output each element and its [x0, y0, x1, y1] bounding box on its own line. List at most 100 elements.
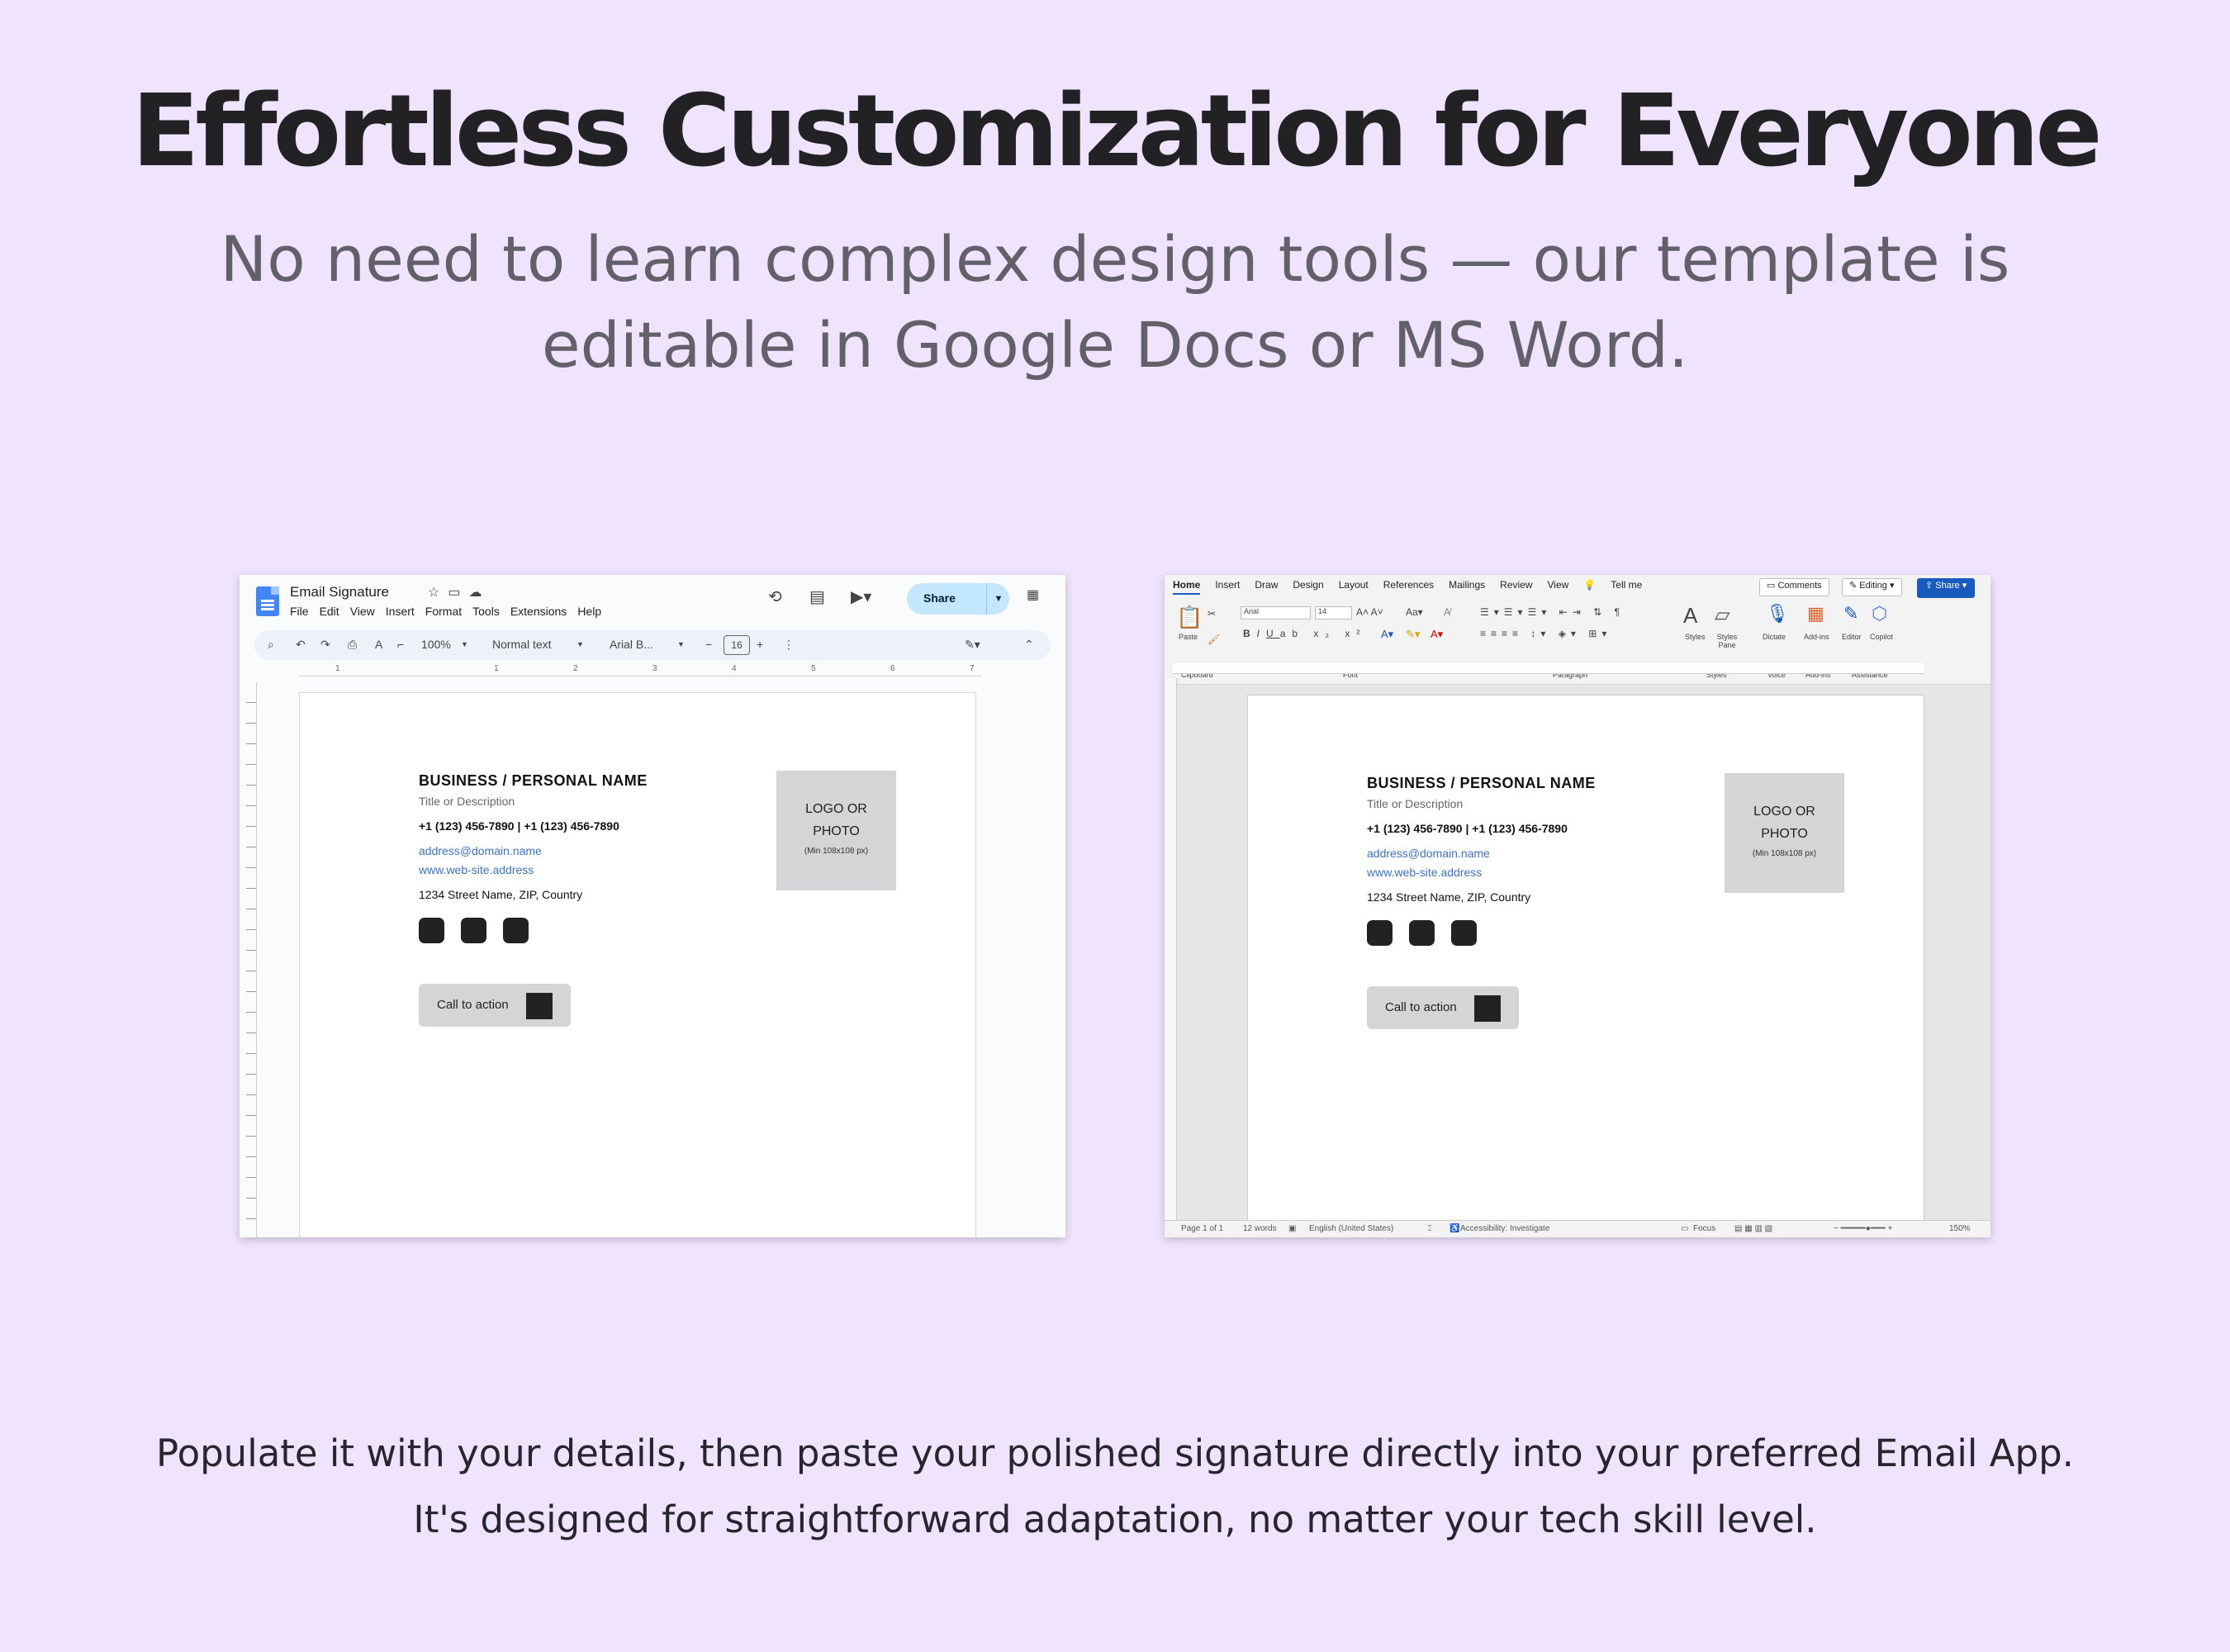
zoom-level[interactable]: 150% [1949, 1224, 1971, 1233]
document-page[interactable]: BUSINESS / PERSONAL NAME Title or Descri… [299, 692, 976, 1237]
menu-help[interactable]: Help [577, 605, 601, 618]
menu-edit[interactable]: Edit [320, 605, 339, 618]
view-mode-icons[interactable]: ▤ ▦ ▥ ▧ [1734, 1224, 1772, 1233]
proofing-icon[interactable]: ▣ [1288, 1224, 1296, 1233]
alignment-icons[interactable]: ≡≡≡≡ ↕▾ ◈▾ ⊞▾ [1480, 628, 1611, 639]
language-indicator[interactable]: English (United States) [1309, 1224, 1393, 1233]
menu-view[interactable]: View [350, 605, 375, 618]
gemini-icon[interactable]: ▦ [1027, 586, 1039, 603]
zoom-slider[interactable]: − ━━━━━●━━━ + [1834, 1224, 1892, 1233]
move-folder-icon[interactable]: ▭ [448, 586, 468, 600]
redo-icon[interactable]: ↷ [320, 638, 330, 652]
word-share-button[interactable]: ⇪ Share ▾ [1917, 578, 1976, 598]
font-name-select[interactable]: Arial [1241, 606, 1311, 620]
font-color-icon[interactable]: A▾ [1431, 628, 1443, 641]
social-icon[interactable] [1409, 920, 1435, 946]
signature-website-link[interactable]: www.web-site.address [1367, 866, 1596, 879]
undo-icon[interactable]: ↶ [296, 638, 306, 652]
social-icon[interactable] [419, 918, 444, 943]
font-size-input[interactable]: 16 [724, 635, 750, 655]
zoom-select[interactable]: 100% [421, 638, 451, 651]
text-effects-icon[interactable]: A▾ [1381, 628, 1393, 641]
signature-email-link[interactable]: address@domain.name [1367, 847, 1596, 860]
collapse-toolbar-icon[interactable]: ⌃ [1024, 638, 1034, 652]
share-button[interactable]: Share ▼ [907, 583, 1009, 615]
docs-logo-icon[interactable] [256, 586, 279, 616]
signature-email-link[interactable]: address@domain.name [419, 844, 648, 857]
copilot-icon[interactable]: ⬡ [1872, 603, 1887, 624]
vertical-ruler[interactable] [246, 682, 257, 1237]
spellcheck-icon[interactable]: A [375, 638, 382, 651]
comments-icon[interactable]: ▤ [809, 586, 825, 607]
tab-home[interactable]: Home [1173, 579, 1201, 595]
tab-review[interactable]: Review [1500, 579, 1532, 591]
document-page[interactable]: BUSINESS / PERSONAL NAME Title or Descri… [1247, 695, 1924, 1223]
social-icon[interactable] [1451, 920, 1477, 946]
tab-mailings[interactable]: Mailings [1449, 579, 1485, 591]
history-icon[interactable]: ⟲ [768, 586, 782, 607]
tab-view[interactable]: View [1548, 579, 1569, 591]
social-icon[interactable] [461, 918, 486, 943]
signature-address[interactable]: 1234 Street Name, ZIP, Country [1367, 890, 1596, 904]
highlight-icon[interactable]: ✎▾ [1406, 628, 1420, 641]
format-painter-icon[interactable]: 🖌 [1208, 634, 1220, 645]
microphone-icon[interactable]: 🎙 [1766, 603, 1789, 624]
styles-pane-icon[interactable]: ▱ [1715, 603, 1729, 627]
menu-insert[interactable]: Insert [386, 605, 415, 618]
style-select[interactable]: Normal text [492, 638, 552, 651]
signature-title[interactable]: Title or Description [1367, 797, 1596, 810]
word-count[interactable]: 12 words [1243, 1224, 1277, 1233]
cta-button[interactable]: Call to action [1367, 986, 1519, 1029]
horizontal-ruler[interactable] [1173, 663, 1924, 674]
font-size-increase-icon[interactable]: + [757, 638, 763, 651]
tab-draw[interactable]: Draw [1255, 579, 1278, 591]
star-icon[interactable]: ☆ [428, 586, 448, 600]
doc-title[interactable]: Email Signature [290, 584, 389, 601]
signature-name[interactable]: BUSINESS / PERSONAL NAME [1367, 775, 1596, 792]
focus-button[interactable]: Focus [1693, 1224, 1715, 1233]
tab-references[interactable]: References [1383, 579, 1434, 591]
tab-layout[interactable]: Layout [1339, 579, 1369, 591]
paint-format-icon[interactable]: ⌐ [397, 638, 404, 651]
signature-name[interactable]: BUSINESS / PERSONAL NAME [419, 772, 648, 790]
editing-mode-icon[interactable]: ✎▾ [965, 638, 980, 652]
add-ins-icon[interactable]: ▦ [1807, 603, 1824, 624]
text-predictions-icon[interactable]: ⌶ [1427, 1224, 1432, 1233]
change-case-icon[interactable]: Aa▾ [1406, 606, 1423, 618]
logo-placeholder[interactable]: LOGO OR PHOTO (Min 108x108 px) [1725, 773, 1844, 893]
meet-icon[interactable]: ▶▾ [851, 586, 871, 607]
social-icon[interactable] [503, 918, 529, 943]
editor-icon[interactable]: ✎ [1843, 603, 1858, 624]
cut-icon[interactable]: ✂ [1208, 608, 1216, 620]
list-icons[interactable]: ☰▾☰▾☰▾ ⇤⇥ ⇅ ¶ [1480, 606, 1625, 618]
signature-address[interactable]: 1234 Street Name, ZIP, Country [419, 888, 648, 901]
signature-title[interactable]: Title or Description [419, 795, 648, 808]
clear-formatting-icon[interactable]: A̸ [1444, 606, 1450, 618]
menu-format[interactable]: Format [425, 605, 462, 618]
menu-tools[interactable]: Tools [472, 605, 500, 618]
page-count[interactable]: Page 1 of 1 [1181, 1224, 1223, 1233]
styles-gallery-icon[interactable]: A [1683, 603, 1697, 629]
tab-insert[interactable]: Insert [1215, 579, 1240, 591]
font-size-select[interactable]: 14 [1315, 606, 1352, 620]
tell-me-search[interactable]: Tell me [1611, 579, 1642, 591]
social-icon[interactable] [1367, 920, 1393, 946]
menu-file[interactable]: File [290, 605, 309, 618]
search-icon[interactable]: ⌕ [268, 638, 274, 652]
more-options-icon[interactable]: ⋮ [783, 638, 795, 652]
vertical-ruler[interactable] [1165, 678, 1177, 1232]
signature-phone[interactable]: +1 (123) 456-7890 | +1 (123) 456-7890 [1367, 822, 1596, 835]
horizontal-ruler[interactable]: 1 1 2 3 4 5 6 7 [299, 664, 981, 676]
cloud-icon[interactable]: ☁ [468, 586, 490, 600]
tab-design[interactable]: Design [1293, 579, 1323, 591]
comments-button[interactable]: ▭ Comments [1759, 578, 1829, 596]
grow-font-icon[interactable]: A˄ A˅ [1356, 606, 1383, 618]
accessibility-status[interactable]: Accessibility: Investigate [1460, 1224, 1549, 1233]
editing-mode-button[interactable]: ✎ Editing ▾ [1842, 578, 1902, 596]
font-size-decrease-icon[interactable]: − [705, 638, 712, 651]
signature-website-link[interactable]: www.web-site.address [419, 863, 648, 876]
signature-phone[interactable]: +1 (123) 456-7890 | +1 (123) 456-7890 [419, 819, 648, 833]
logo-placeholder[interactable]: LOGO OR PHOTO (Min 108x108 px) [776, 771, 896, 890]
paste-icon[interactable]: 📋 [1176, 605, 1203, 630]
cta-button[interactable]: Call to action [419, 984, 571, 1027]
